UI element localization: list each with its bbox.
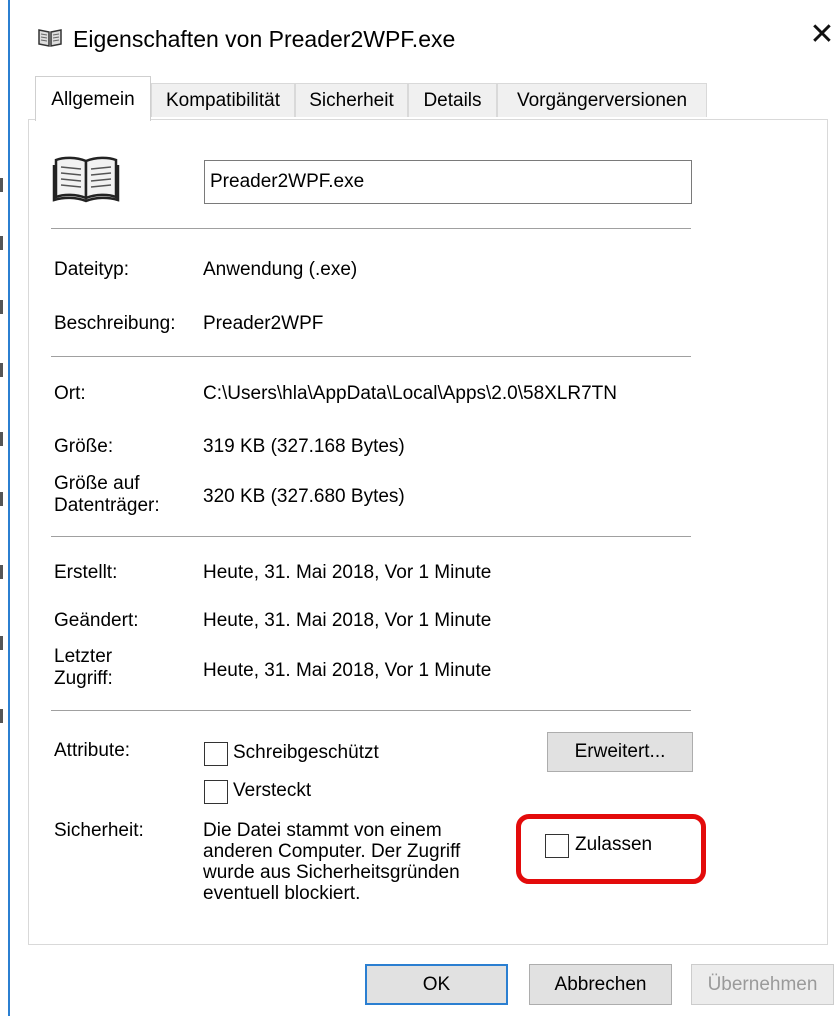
window-border	[8, 0, 10, 1016]
separator	[51, 536, 691, 537]
edge-mark	[0, 236, 3, 250]
edge-mark	[0, 492, 3, 506]
accessed-value: Heute, 31. Mai 2018, Vor 1 Minute	[203, 660, 492, 681]
edge-mark	[0, 300, 3, 314]
window-title: Eigenschaften von Preader2WPF.exe	[73, 26, 456, 52]
disk-size-label-line2: Datenträger:	[54, 495, 160, 516]
accessed-label: Letzter Zugriff:	[54, 646, 113, 690]
edge-mark	[0, 709, 3, 723]
hidden-label[interactable]: Versteckt	[233, 780, 311, 802]
unblock-label[interactable]: Zulassen	[575, 834, 652, 856]
title-bar: Eigenschaften von Preader2WPF.exe ✕	[10, 0, 838, 76]
disk-size-label-line1: Größe auf	[54, 473, 140, 494]
close-icon[interactable]: ✕	[805, 18, 838, 52]
separator	[51, 228, 691, 229]
location-value: C:\Users\hla\AppData\Local\Apps\2.0\58XL…	[203, 383, 617, 404]
readonly-checkbox[interactable]	[204, 742, 228, 766]
security-message: Die Datei stammt von einem anderen Compu…	[203, 820, 503, 904]
tab-sicherheit[interactable]: Sicherheit	[295, 83, 408, 117]
accessed-label-line2: Zugriff:	[54, 668, 113, 689]
edge-mark	[0, 565, 3, 579]
tab-kompatibilitaet[interactable]: Kompatibilität	[151, 83, 295, 117]
readonly-label[interactable]: Schreibgeschützt	[233, 742, 379, 764]
security-text-line: Die Datei stammt von einem	[203, 820, 442, 841]
separator	[51, 710, 691, 711]
created-label: Erstellt:	[54, 562, 118, 583]
book-icon	[38, 27, 62, 47]
edge-mark	[0, 363, 3, 377]
tab-allgemein[interactable]: Allgemein	[35, 76, 151, 121]
cancel-button[interactable]: Abbrechen	[529, 964, 672, 1005]
disk-size-value: 320 KB (327.680 Bytes)	[203, 486, 405, 507]
description-value: Preader2WPF	[203, 313, 324, 334]
size-label: Größe:	[54, 436, 114, 457]
filetype-label: Dateityp:	[54, 259, 129, 280]
description-label: Beschreibung:	[54, 313, 176, 334]
unblock-checkbox[interactable]	[545, 834, 569, 858]
location-label: Ort:	[54, 383, 86, 404]
attributes-label: Attribute:	[54, 740, 131, 761]
tab-details[interactable]: Details	[408, 83, 497, 117]
modified-value: Heute, 31. Mai 2018, Vor 1 Minute	[203, 610, 492, 631]
tab-strip: Allgemein Kompatibilität Sicherheit Deta…	[10, 76, 838, 121]
security-text-line: anderen Computer. Der Zugriff	[203, 841, 461, 862]
security-label: Sicherheit:	[54, 820, 144, 841]
file-book-icon	[52, 153, 120, 208]
edge-mark	[0, 636, 3, 650]
filetype-value: Anwendung (.exe)	[203, 259, 358, 280]
accessed-label-line1: Letzter	[54, 646, 113, 667]
tab-vorgaengerversionen[interactable]: Vorgängerversionen	[497, 83, 707, 117]
hidden-checkbox[interactable]	[204, 780, 228, 804]
edge-mark	[0, 432, 3, 446]
ok-button[interactable]: OK	[365, 964, 508, 1005]
security-text-line: wurde aus Sicherheitsgründen	[203, 862, 460, 883]
size-value: 319 KB (327.168 Bytes)	[203, 436, 405, 457]
separator	[51, 356, 691, 357]
security-text-line: eventuell blockiert.	[203, 883, 361, 904]
modified-label: Geändert:	[54, 610, 139, 631]
edge-mark	[0, 178, 3, 192]
filename-input[interactable]: Preader2WPF.exe	[204, 160, 692, 204]
disk-size-label: Größe auf Datenträger:	[54, 473, 160, 517]
apply-button[interactable]: Übernehmen	[691, 964, 834, 1005]
background-window-edge	[0, 0, 10, 1016]
advanced-button[interactable]: Erweitert...	[547, 732, 693, 772]
created-value: Heute, 31. Mai 2018, Vor 1 Minute	[203, 562, 492, 583]
